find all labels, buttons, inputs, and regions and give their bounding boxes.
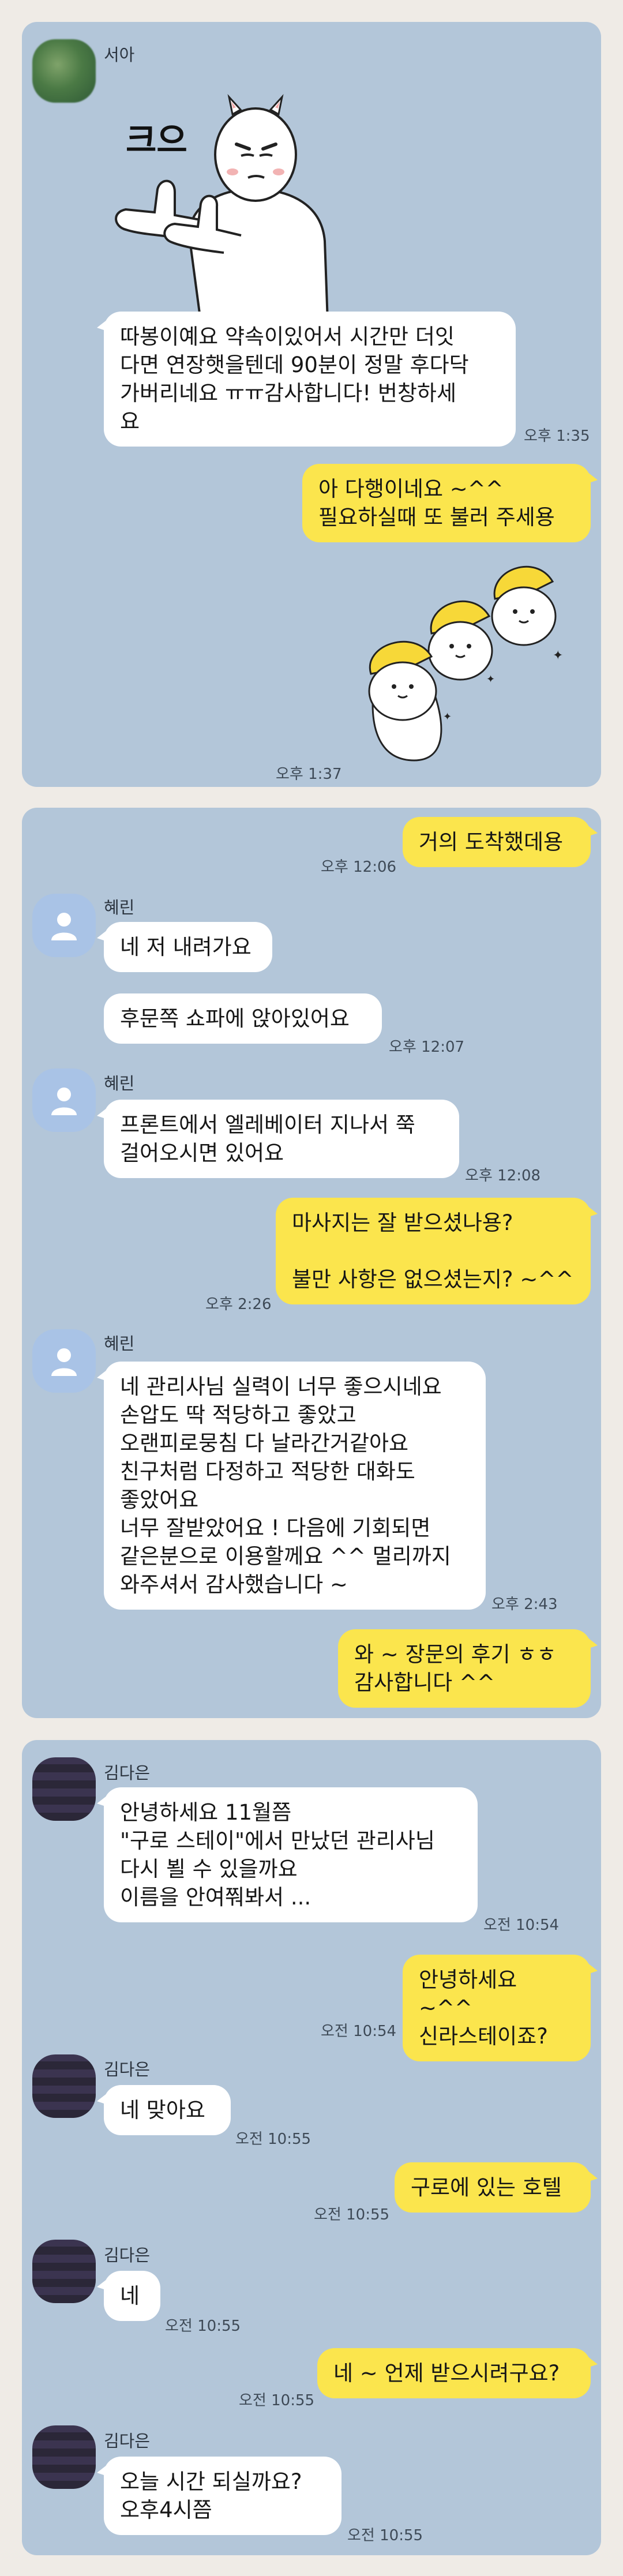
message-time: 오후 1:37 xyxy=(276,766,342,783)
avatar[interactable] xyxy=(32,39,96,103)
sender-name: 혜린 xyxy=(104,1334,135,1353)
avatar[interactable] xyxy=(32,1329,96,1393)
person-icon xyxy=(51,913,77,940)
ducks-sticker: ✦ ✦ ✦ xyxy=(362,558,587,766)
ducks-character-icon: ✦ ✦ ✦ xyxy=(368,565,563,762)
message-time: 오후 2:26 xyxy=(205,1296,272,1313)
sender-name: 혜린 xyxy=(104,898,135,917)
svg-text:✦: ✦ xyxy=(443,711,452,723)
sender-name: 김다은 xyxy=(104,2245,151,2265)
avatar[interactable] xyxy=(32,894,96,957)
message-bubble[interactable]: 네 저 내려가요 xyxy=(97,922,272,972)
message-time: 오후 12:07 xyxy=(389,1038,465,1056)
message-time: 오후 1:35 xyxy=(524,428,590,445)
avatar[interactable] xyxy=(32,1757,96,1821)
message-bubble[interactable]: 와 ~ 장문의 후기 ㅎㅎ 감사합니다 ^^ xyxy=(338,1629,598,1708)
chat-panel-3: 김다은 안녕하세요 11월쯤 "구로 스테이"에서 만났던 관리사님 다시 뵐 … xyxy=(22,1740,601,2555)
person-icon xyxy=(51,1088,77,1115)
avatar[interactable] xyxy=(32,1068,96,1132)
message-time: 오전 10:55 xyxy=(235,2131,312,2148)
avatar[interactable] xyxy=(32,2240,96,2303)
message-time: 오전 10:55 xyxy=(347,2527,423,2544)
message-bubble[interactable]: 네 xyxy=(97,2271,160,2321)
message-bubble[interactable]: 프론트에서 엘레베이터 지나서 쭉 걸어오시면 있어요 xyxy=(97,1100,459,1178)
sender-name: 김다은 xyxy=(104,2060,151,2079)
message-bubble[interactable]: 네 관리사님 실력이 너무 좋으시네요 손압도 딱 적당하고 좋았고 오랜피로뭉… xyxy=(97,1362,486,1610)
message-time: 오전 10:55 xyxy=(239,2392,315,2409)
person-icon xyxy=(51,1348,77,1376)
message-bubble[interactable]: 후문쪽 쇼파에 앉아있어요 xyxy=(104,993,382,1044)
message-time: 오전 10:55 xyxy=(314,2206,390,2223)
chat-panel-2: 거의 도착했데용 오후 12:06 혜린 네 저 내려가요 후문쪽 쇼파에 앉아… xyxy=(22,808,601,1718)
message-time: 오후 2:43 xyxy=(491,1596,558,1613)
svg-text:✦: ✦ xyxy=(486,673,495,685)
svg-text:✦: ✦ xyxy=(553,648,563,663)
message-bubble[interactable]: 거의 도착했데용 xyxy=(403,817,598,867)
avatar[interactable] xyxy=(32,2425,96,2489)
message-bubble[interactable]: 구로에 있는 호텔 xyxy=(395,2162,598,2213)
chat-panel-1: 서아 크으 따봉이예요 약속이있어서 시간만 더잇 다면 연장햇을텐데 90분이… xyxy=(22,22,601,787)
message-bubble[interactable]: 네 ~ 언제 받으시려구요? xyxy=(317,2348,598,2398)
message-bubble[interactable]: 안녕하세요 11월쯤 "구로 스테이"에서 만났던 관리사님 다시 뵐 수 있을… xyxy=(97,1787,478,1922)
message-bubble[interactable]: 아 다행이네요 ~^^ 필요하실때 또 불러 주세용 xyxy=(302,464,598,542)
message-time: 오전 10:54 xyxy=(483,1917,560,1934)
message-bubble[interactable]: 따봉이예요 약속이있어서 시간만 더잇 다면 연장햇을텐데 90분이 정말 후다… xyxy=(97,312,516,447)
thumbs-up-character-icon xyxy=(115,93,329,323)
sender-name: 김다은 xyxy=(104,1763,151,1783)
message-time: 오전 10:55 xyxy=(165,2318,241,2335)
sender-name: 서아 xyxy=(104,45,135,65)
avatar[interactable] xyxy=(32,2054,96,2118)
message-time: 오전 10:54 xyxy=(321,2023,397,2040)
message-bubble[interactable]: 오늘 시간 되실까요? 오후4시쯤 xyxy=(97,2457,341,2535)
message-bubble[interactable]: 마사지는 잘 받으셨나용? 불만 사항은 없으셨는지? ~^^ xyxy=(276,1198,598,1304)
message-bubble[interactable]: 네 맞아요 xyxy=(97,2085,231,2135)
sender-name: 혜린 xyxy=(104,1074,135,1093)
sender-name: 김다은 xyxy=(104,2431,151,2451)
thumbs-up-sticker: 크으 xyxy=(103,68,368,333)
message-bubble[interactable]: 안녕하세요 ~^^ 신라스테이죠? xyxy=(403,1955,598,2061)
message-time: 오후 12:06 xyxy=(321,858,397,876)
message-time: 오후 12:08 xyxy=(465,1167,541,1184)
